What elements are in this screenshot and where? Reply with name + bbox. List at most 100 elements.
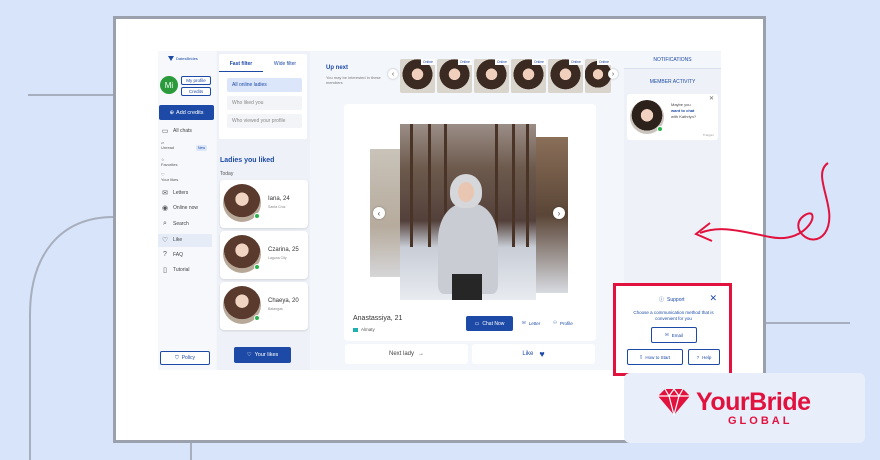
logo[interactable]: DatesBrides: [168, 56, 198, 61]
sidebar-item-like[interactable]: ♡ Like: [161, 236, 182, 244]
filter-panel: Fast filter Wide filter All online ladie…: [217, 51, 310, 370]
tab-wide-filter[interactable]: Wide filter: [263, 56, 307, 72]
envelope-icon: ✉: [664, 332, 669, 337]
search-icon: ⌕: [163, 220, 167, 227]
liked-title: Ladies you liked: [220, 157, 275, 164]
filter-all-online[interactable]: All online ladies: [227, 78, 302, 92]
activity-time: Tt:Egpm: [702, 133, 714, 137]
sidebar-item-letters[interactable]: ✉ Letters: [161, 189, 188, 197]
up-next-thumb[interactable]: Online: [585, 59, 611, 93]
avatar[interactable]: Mi: [160, 76, 178, 94]
photo-detail: [458, 182, 474, 202]
sidebar-item-tutorial[interactable]: ▯ Tutorial: [161, 266, 190, 274]
up-next-thumb[interactable]: Online: [400, 59, 435, 93]
support-popup: ⓘ Support ✕ Choose a communication method…: [613, 283, 732, 376]
my-profile-button[interactable]: My profile: [181, 76, 211, 85]
add-credits-label: Add credits: [176, 109, 204, 116]
email-label: Email: [671, 332, 684, 338]
sidebar-item-search[interactable]: ⌕ Search: [161, 220, 189, 228]
sidebar-item-label: Letters: [173, 190, 189, 196]
help-button[interactable]: ? Help: [688, 349, 720, 365]
annotation-arrow: [694, 162, 831, 242]
sidebar-item-unread[interactable]: ▱ Unread: [161, 140, 174, 150]
brand-subtitle: GLOBAL: [728, 415, 793, 427]
up-next-thumb[interactable]: Online: [511, 59, 546, 93]
sidebar-item-label: Tutorial: [173, 267, 190, 273]
sidebar-item-your-likes[interactable]: ♡ Your likes: [161, 172, 178, 182]
close-icon[interactable]: ✕: [709, 95, 714, 102]
sidebar-item-label: All chats: [173, 128, 192, 134]
support-title: ⓘ Support: [659, 296, 685, 304]
up-next-thumb[interactable]: Online: [474, 59, 509, 93]
sidebar-item-all-chats[interactable]: ▭ All chats: [161, 127, 192, 135]
policy-label: Policy: [181, 355, 196, 361]
chevron-right-icon: ›: [611, 70, 615, 78]
chat-icon: ▭: [474, 320, 480, 327]
online-dot: [657, 126, 663, 132]
up-next-thumb[interactable]: Online: [548, 59, 583, 93]
arrow-right-icon: →: [418, 351, 424, 357]
decor-line-bottom-v: [190, 443, 192, 460]
support-title-text: Support: [667, 296, 685, 303]
how-to-start-label: How to Start: [645, 354, 671, 360]
help-label: Help: [702, 354, 712, 360]
credits-button[interactable]: Credits: [181, 87, 211, 96]
activity-card[interactable]: Maybe you want to chat with Kathrlyn? ✕ …: [627, 94, 718, 140]
online-tag: Online: [596, 59, 611, 65]
letter-button[interactable]: ✉ Letter: [522, 320, 540, 326]
filter-who-viewed[interactable]: Who viewed your profile: [227, 114, 302, 128]
your-likes-button[interactable]: ♡ Your likes: [234, 347, 291, 363]
liked-location: Santa Cruz: [268, 205, 286, 209]
close-icon[interactable]: ✕: [709, 293, 717, 304]
up-next-prev-button[interactable]: ‹: [388, 69, 398, 79]
activity-line: with Kathrlyn?: [671, 114, 697, 119]
up-next-next-button[interactable]: ›: [608, 69, 618, 79]
sidebar-item-label: Online now: [173, 205, 199, 211]
sidebar-item-label: Your likes: [161, 177, 179, 182]
next-lady-button[interactable]: Next lady →: [345, 344, 468, 364]
photo-detail: [512, 124, 515, 248]
online-dot: [254, 264, 260, 270]
how-to-start-button[interactable]: ▯ How to Start: [627, 349, 683, 365]
sidebar-item-favorites[interactable]: ☆ Favorites: [161, 157, 177, 167]
decor-line-left-h: [28, 94, 114, 96]
photo-prev-button[interactable]: ‹: [373, 207, 385, 219]
like-button[interactable]: Like ♥: [472, 344, 595, 364]
sidebar-item-label: Search: [173, 221, 189, 227]
chat-now-button[interactable]: ▭ Chat Now: [466, 316, 513, 331]
photo-next-button[interactable]: ›: [553, 207, 565, 219]
chevron-left-icon: ‹: [391, 70, 395, 78]
liked-card[interactable]: Iana, 24 Santa Cruz: [220, 180, 308, 228]
online-tag: Online: [531, 59, 546, 65]
filter-who-liked-you[interactable]: Who liked you: [227, 96, 302, 110]
photo-detail: [526, 124, 529, 248]
plus-icon: ⊕: [169, 109, 175, 116]
liked-name: Chaeya, 20: [268, 298, 299, 304]
up-next-subtitle: You may be interested in these members: [326, 75, 381, 85]
up-next-thumb[interactable]: Online: [437, 59, 472, 93]
book-icon: ▯: [639, 354, 643, 359]
liked-card[interactable]: Chaeya, 20 Batangas: [220, 282, 308, 330]
envelope-icon: ✉: [162, 190, 168, 197]
brand-badge: YourBride GLOBAL: [624, 373, 865, 443]
policy-button[interactable]: ⛉ Policy: [160, 351, 210, 365]
tab-fast-filter[interactable]: Fast filter: [219, 56, 263, 72]
email-button[interactable]: ✉ Email: [651, 327, 697, 343]
member-activity-title: MEMBER ACTIVITY: [649, 79, 696, 85]
photo-detail: [410, 124, 413, 248]
heart-icon: ♥: [539, 349, 545, 359]
notifications-header[interactable]: NOTIFICATIONS: [624, 51, 721, 69]
letter-label: Letter: [528, 320, 541, 326]
profile-photo[interactable]: [400, 124, 536, 300]
like-label: Like: [522, 351, 534, 357]
liked-card[interactable]: Czarina, 25 Laguna City: [220, 231, 308, 279]
support-description: Choose a communication method that is co…: [633, 310, 714, 321]
sidebar-item-faq[interactable]: ? FAQ: [161, 251, 183, 258]
heart-icon: ♡: [161, 237, 169, 244]
sidebar-item-online-now[interactable]: ◉ Online now: [161, 204, 198, 212]
shield-icon: ⛉: [174, 355, 179, 361]
chat-icon: ▭: [161, 128, 169, 135]
today-label: Today: [220, 171, 234, 177]
profile-button[interactable]: ⚇ Profile: [553, 320, 573, 326]
add-credits-button[interactable]: ⊕ Add credits: [159, 105, 214, 120]
